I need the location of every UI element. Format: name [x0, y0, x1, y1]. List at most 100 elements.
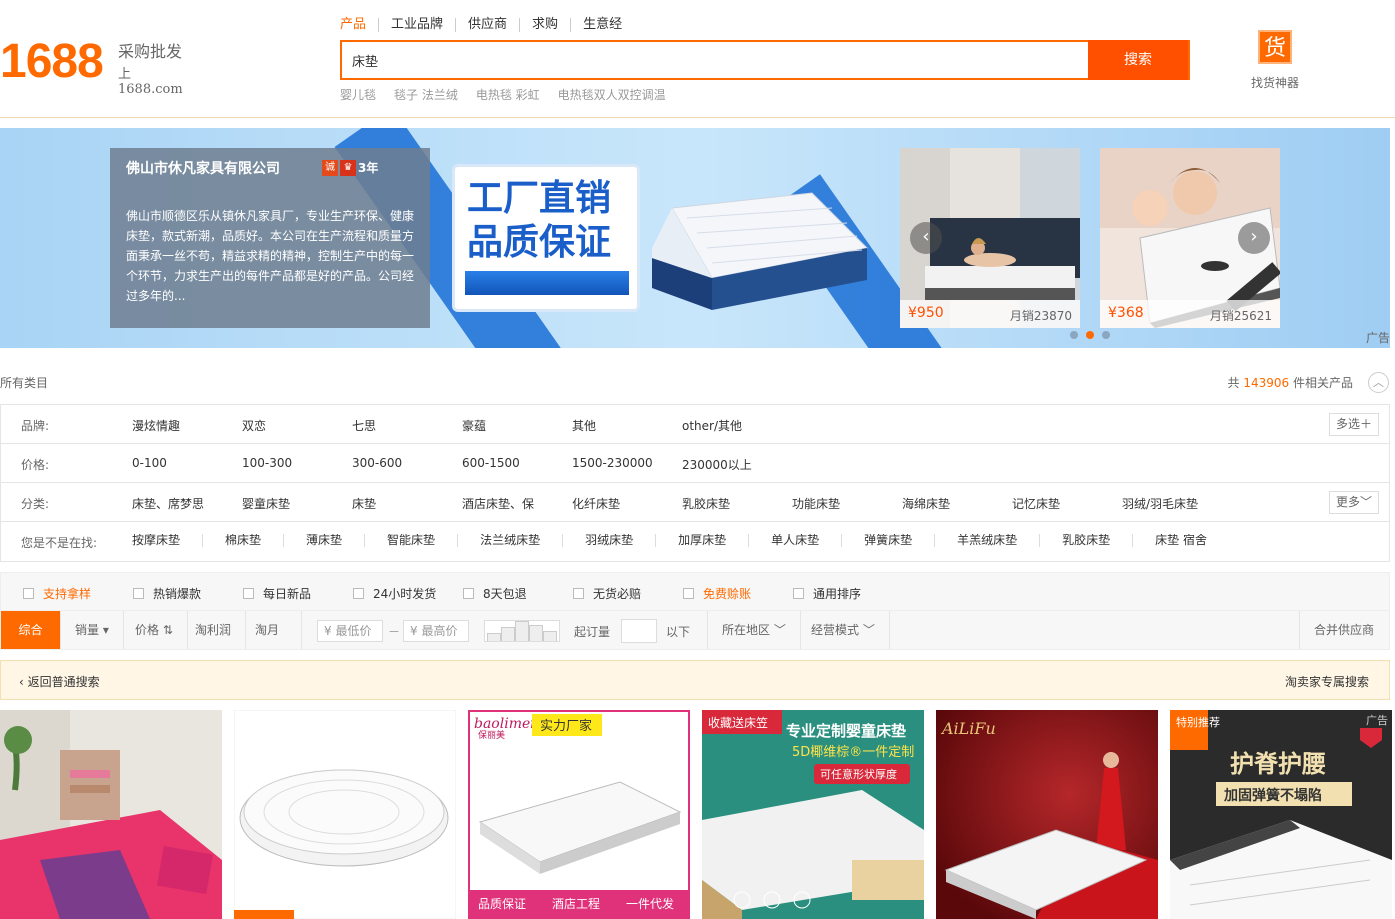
filter-option[interactable]: 婴童床垫: [242, 495, 352, 512]
product-card[interactable]: 收藏送床笠 专业定制婴童床垫 5D椰维棕®一件定制 可任意形状厚度: [702, 710, 924, 919]
carousel-dot-active[interactable]: [1086, 331, 1094, 339]
checkbox-box[interactable]: [793, 588, 804, 599]
suggestion-link[interactable]: 弹簧床垫: [841, 534, 934, 547]
checkbox-box[interactable]: [683, 588, 694, 599]
hot-word[interactable]: 婴儿毯: [340, 86, 376, 103]
suggestion-link[interactable]: 按摩床垫: [132, 534, 202, 547]
all-categories-link[interactable]: 所有类目: [0, 374, 48, 391]
sort-overall[interactable]: 综合: [1, 611, 61, 649]
taobao-seller-search-link[interactable]: 淘卖家专属搜索: [1285, 673, 1369, 690]
filter-option[interactable]: other/其他: [682, 417, 792, 434]
product-card[interactable]: baolimei 保丽美 实力厂家 品质保证 酒店工程 一件代发: [468, 710, 690, 919]
search-tab-product[interactable]: 产品: [340, 18, 380, 32]
checkbox-credit[interactable]: 免费赊账: [683, 585, 751, 602]
checkbox-general-sort[interactable]: 通用排序: [793, 585, 861, 602]
suggestion-link[interactable]: 乳胶床垫: [1039, 534, 1132, 547]
hot-word[interactable]: 电热毯双人双控调温: [558, 86, 666, 103]
search-tab-business[interactable]: 生意经: [583, 18, 634, 32]
goods-finder[interactable]: 货 找货神器: [1240, 30, 1310, 91]
filter-option[interactable]: 豪蕴: [462, 417, 572, 434]
search-input[interactable]: [342, 42, 1090, 78]
filter-option[interactable]: 双恋: [242, 417, 352, 434]
suggestion-link[interactable]: 羽绒床垫: [562, 534, 655, 547]
carousel-dot[interactable]: [1102, 331, 1110, 339]
carousel-next-button[interactable]: ›: [1238, 222, 1270, 254]
company-name[interactable]: 佛山市休凡家具有限公司: [126, 158, 280, 178]
min-price-input[interactable]: ¥ 最低价: [317, 620, 383, 642]
checkbox-box[interactable]: [573, 588, 584, 599]
product-card[interactable]: [234, 710, 456, 919]
product-card[interactable]: 特别推荐 广告 护脊护腰 加固弹簧不塌陷: [1170, 710, 1392, 919]
sort-sales[interactable]: 销量 ▾: [61, 611, 124, 649]
back-to-normal-search-link[interactable]: ‹ 返回普通搜索: [19, 673, 100, 690]
checkbox-guarantee[interactable]: 无货必赔: [573, 585, 641, 602]
sort-price[interactable]: 价格 ⇅: [121, 611, 188, 649]
company-card[interactable]: 佛山市休凡家具有限公司 诚 ♛ 3年 佛山市顺德区乐从镇休凡家具厂，专业生产环保…: [110, 148, 430, 328]
search-tab-supplier[interactable]: 供应商: [468, 18, 521, 32]
suggestion-link[interactable]: 羊羔绒床垫: [934, 534, 1039, 547]
filter-option[interactable]: 羽绒/羽毛床垫: [1122, 495, 1232, 512]
suggestion-link[interactable]: 加厚床垫: [655, 534, 748, 547]
suggestion-link[interactable]: 床垫 宿舍: [1132, 534, 1229, 547]
search-tab-brand[interactable]: 工业品牌: [391, 18, 457, 32]
filter-option[interactable]: 100-300: [242, 456, 352, 473]
suggestion-link[interactable]: 法兰绒床垫: [457, 534, 562, 547]
suggestion-link[interactable]: 薄床垫: [283, 534, 364, 547]
price-distribution-icon[interactable]: [484, 620, 560, 642]
logo[interactable]: 1688 采购批发 上1688.com: [0, 38, 183, 98]
filter-option[interactable]: 1500-230000: [572, 456, 682, 473]
checkbox-hot[interactable]: 热销爆款: [133, 585, 201, 602]
checkbox-box[interactable]: [463, 588, 474, 599]
max-price-input[interactable]: ¥ 最高价: [403, 620, 469, 642]
multi-select-button[interactable]: 多选＋: [1329, 413, 1379, 436]
filter-option[interactable]: 300-600: [352, 456, 462, 473]
membership-years: 3年: [358, 161, 379, 175]
filter-row-category: 分类: 床垫、席梦思 婴童床垫 床垫 酒店床垫、保 化纤床垫 乳胶床垫 功能床垫…: [1, 483, 1389, 522]
collapse-filters-button[interactable]: ︿: [1368, 372, 1389, 393]
product-image: baolimei 保丽美 实力厂家 品质保证 酒店工程 一件代发: [470, 712, 688, 917]
checkbox-box[interactable]: [353, 588, 364, 599]
search-button[interactable]: 搜索: [1088, 40, 1188, 80]
filter-option[interactable]: 床垫、席梦思: [132, 495, 242, 512]
search-tab-buying[interactable]: 求购: [532, 18, 572, 32]
filter-option[interactable]: 海绵床垫: [902, 495, 1012, 512]
filter-option[interactable]: 230000以上: [682, 456, 792, 473]
checkbox-label: 每日新品: [263, 587, 312, 601]
filter-option[interactable]: 功能床垫: [792, 495, 902, 512]
filter-option[interactable]: 0-100: [132, 456, 242, 473]
sort-taobao-monthly[interactable]: 淘月销: [241, 611, 302, 675]
business-mode-dropdown[interactable]: 经营模式 ﹀: [797, 611, 890, 649]
sort-taobao-profit[interactable]: 淘利润: [181, 611, 247, 649]
product-card[interactable]: AiLiFu: [936, 710, 1158, 919]
filter-option[interactable]: 化纤床垫: [572, 495, 682, 512]
filter-option[interactable]: 酒店床垫、保: [462, 495, 572, 512]
suggestion-link[interactable]: 棉床垫: [202, 534, 283, 547]
filter-option[interactable]: 七思: [352, 417, 462, 434]
checkbox-24h[interactable]: 24小时发货: [353, 585, 436, 602]
hot-word[interactable]: 毯子 法兰绒: [394, 86, 458, 103]
ad-banner[interactable]: 佛山市休凡家具有限公司 诚 ♛ 3年 佛山市顺德区乐从镇休凡家具厂，专业生产环保…: [0, 128, 1390, 348]
region-dropdown[interactable]: 所在地区 ﹀: [707, 611, 801, 649]
checkbox-box[interactable]: [133, 588, 144, 599]
checkbox-new[interactable]: 每日新品: [243, 585, 311, 602]
more-button[interactable]: 更多﹀: [1329, 491, 1379, 514]
moq-input[interactable]: [621, 619, 657, 643]
filter-option[interactable]: 其他: [572, 417, 682, 434]
suggestion-link[interactable]: 单人床垫: [748, 534, 841, 547]
hot-word[interactable]: 电热毯 彩虹: [476, 86, 540, 103]
filter-option[interactable]: 漫炫情趣: [132, 417, 242, 434]
filter-option[interactable]: 记忆床垫: [1012, 495, 1122, 512]
filter-panel: 品牌: 漫炫情趣 双恋 七思 豪蕴 其他 other/其他 多选＋ 价格: 0-…: [0, 404, 1390, 562]
checkbox-box[interactable]: [243, 588, 254, 599]
suggestion-link[interactable]: 智能床垫: [364, 534, 457, 547]
filter-option[interactable]: 床垫: [352, 495, 462, 512]
checkbox-8day[interactable]: 8天包退: [463, 585, 527, 602]
filter-option[interactable]: 乳胶床垫: [682, 495, 792, 512]
merge-suppliers-button[interactable]: 合并供应商: [1299, 611, 1388, 649]
carousel-prev-button[interactable]: ‹: [910, 222, 942, 254]
checkbox-box[interactable]: [23, 588, 34, 599]
product-card[interactable]: [0, 710, 222, 919]
checkbox-sample[interactable]: 支持拿样: [23, 585, 91, 602]
carousel-dot[interactable]: [1070, 331, 1078, 339]
filter-option[interactable]: 600-1500: [462, 456, 572, 473]
